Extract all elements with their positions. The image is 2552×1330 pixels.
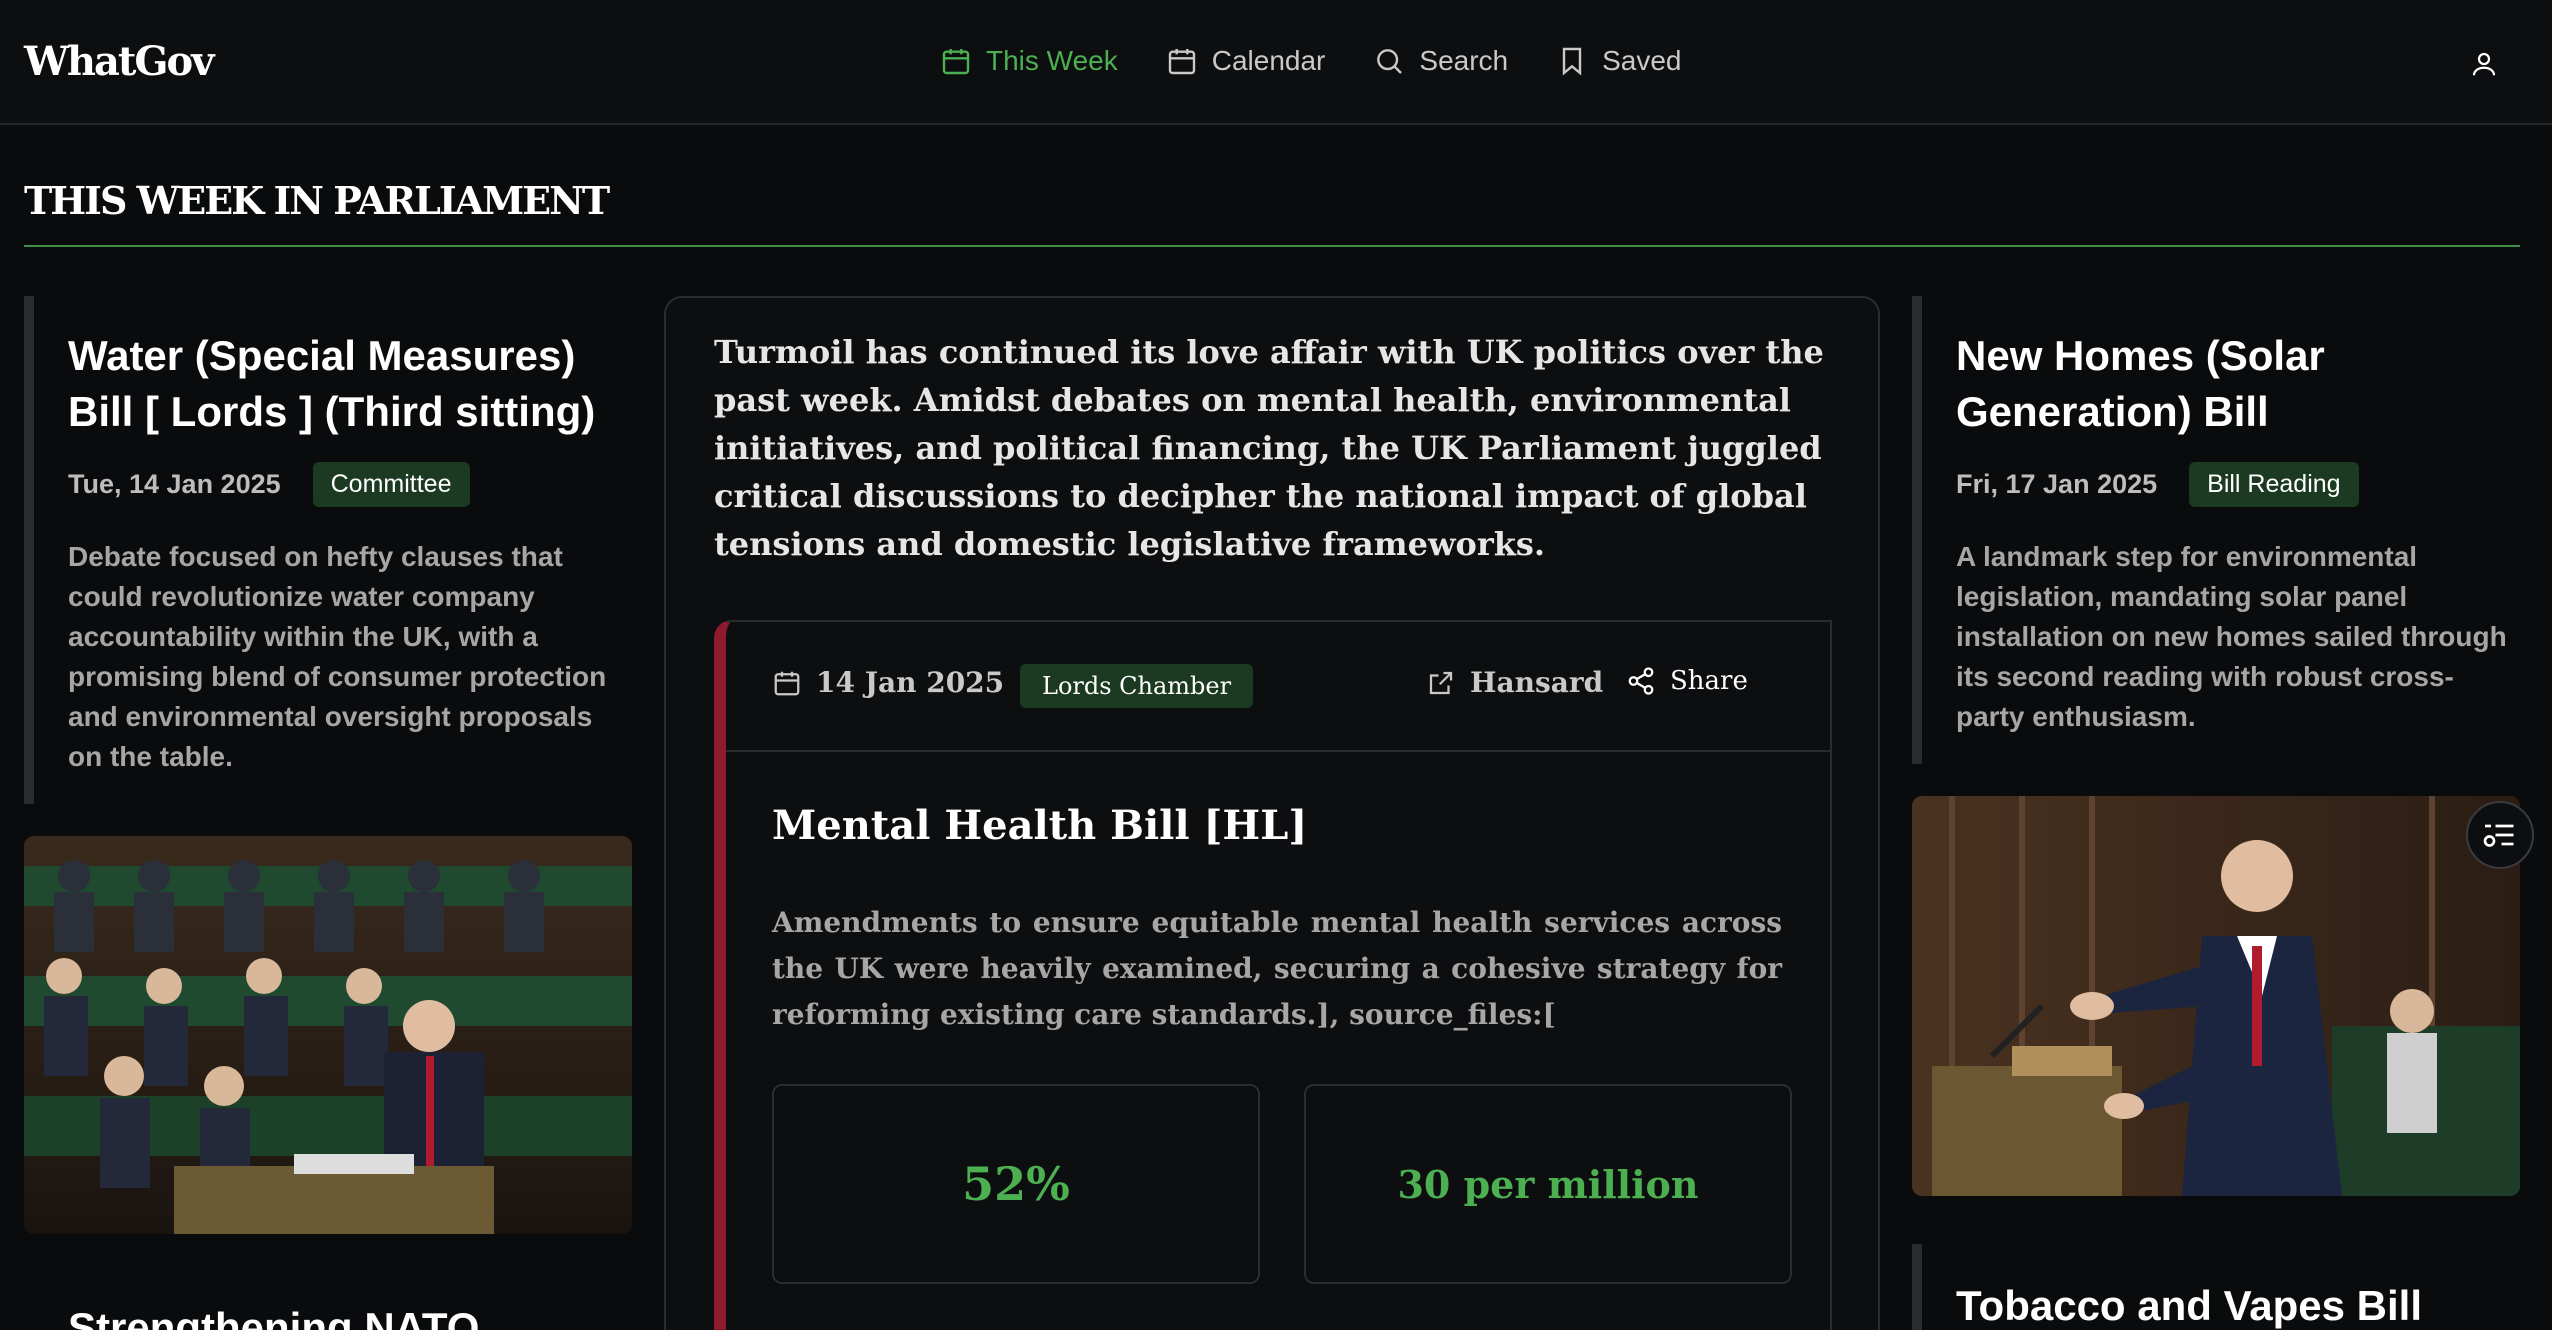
weekly-lead-text: Turmoil has continued its love affair wi… (714, 333, 1824, 563)
chamber-badge: Lords Chamber (1020, 664, 1254, 708)
nav-label: Search (1419, 45, 1509, 76)
external-link-icon (1429, 671, 1453, 694)
article-meta: Tue, 14 Jan 2025 Committee (68, 462, 634, 507)
nav-label: Calendar (1211, 45, 1326, 76)
article-meta: Fri, 17 Jan 2025 Bill Reading (1956, 462, 2522, 507)
nav-label: Saved (1602, 45, 1682, 76)
article-title-partial[interactable]: Tobacco and Vapes Bill (1956, 1282, 2422, 1329)
stat-box: 52% (772, 1084, 1260, 1284)
stat-value: 30 per million (1397, 1161, 1699, 1207)
story-header: 14 Jan 2025 Lords Chamber Hansard Share (726, 622, 1830, 752)
story-title[interactable]: Mental Health Bill [HL] (772, 802, 1307, 849)
stat-box: 30 per million (1304, 1084, 1792, 1284)
nav-this-week[interactable]: This Week (940, 38, 1118, 84)
parliament-photo (24, 836, 632, 1234)
nav-saved[interactable]: Saved (1556, 38, 1682, 84)
nav-calendar[interactable]: Calendar (1166, 38, 1326, 84)
share-label: Share (1670, 666, 1748, 696)
logo[interactable]: WhatGov (24, 38, 214, 85)
share-button[interactable]: Share (1626, 666, 1748, 696)
article-date: Fri, 17 Jan 2025 (1956, 469, 2158, 499)
article-photo-left[interactable] (24, 836, 632, 1234)
bookmark-icon (1562, 47, 1582, 76)
user-button[interactable] (2462, 42, 2506, 86)
share-icon (1628, 667, 1654, 695)
search-icon (1377, 49, 1403, 74)
calendar-icon (1168, 49, 1195, 75)
article-title[interactable]: New Homes (Solar Generation) Bill (1956, 296, 2522, 440)
filter-list-icon (2483, 824, 2514, 847)
article-photo-right[interactable] (1912, 796, 2520, 1196)
weekly-summary-panel: Turmoil has continued its love affair wi… (664, 296, 1880, 1330)
calendar-icon (774, 671, 800, 695)
hansard-link[interactable]: Hansard (1426, 666, 1603, 699)
article-date: Tue, 14 Jan 2025 (68, 469, 281, 499)
left-article-card[interactable]: Water (Special Measures) Bill [ Lords ] … (24, 296, 634, 804)
article-title[interactable]: Water (Special Measures) Bill [ Lords ] … (68, 296, 634, 440)
page-title: THIS WEEK IN PARLIAMENT (24, 178, 610, 223)
right-article-card[interactable]: New Homes (Solar Generation) Bill Fri, 1… (1912, 296, 2522, 764)
user-icon (2472, 52, 2496, 76)
calendar-icon (942, 49, 970, 75)
article-summary: Debate focused on hefty clauses that cou… (68, 541, 607, 772)
minister-speaking-photo (1912, 796, 2520, 1196)
story-body: Amendments to ensure equitable mental he… (772, 906, 1782, 1031)
story-date: 14 Jan 2025 (772, 666, 1004, 699)
main-nav: This Week Calendar Search Saved (940, 38, 1682, 84)
status-badge: Committee (312, 462, 470, 507)
status-badge: Bill Reading (2189, 462, 2359, 507)
story-date-text: 14 Jan 2025 (816, 666, 1005, 699)
filter-button[interactable] (2466, 801, 2534, 869)
featured-story-card[interactable]: 14 Jan 2025 Lords Chamber Hansard Share … (714, 620, 1832, 1330)
stat-value: 52% (962, 1157, 1070, 1211)
hansard-label: Hansard (1470, 666, 1604, 699)
article-title-partial[interactable]: Strengthening NATO (68, 1304, 479, 1330)
right-article-card-partial[interactable]: Tobacco and Vapes Bill (1912, 1244, 2522, 1330)
section-divider (24, 245, 2520, 247)
article-summary: A landmark step for environmental legisl… (1956, 541, 2507, 732)
nav-label: This Week (986, 45, 1118, 76)
top-navigation-bar: WhatGov This Week Calendar Search Saved (0, 0, 2552, 125)
nav-search[interactable]: Search (1373, 38, 1508, 84)
